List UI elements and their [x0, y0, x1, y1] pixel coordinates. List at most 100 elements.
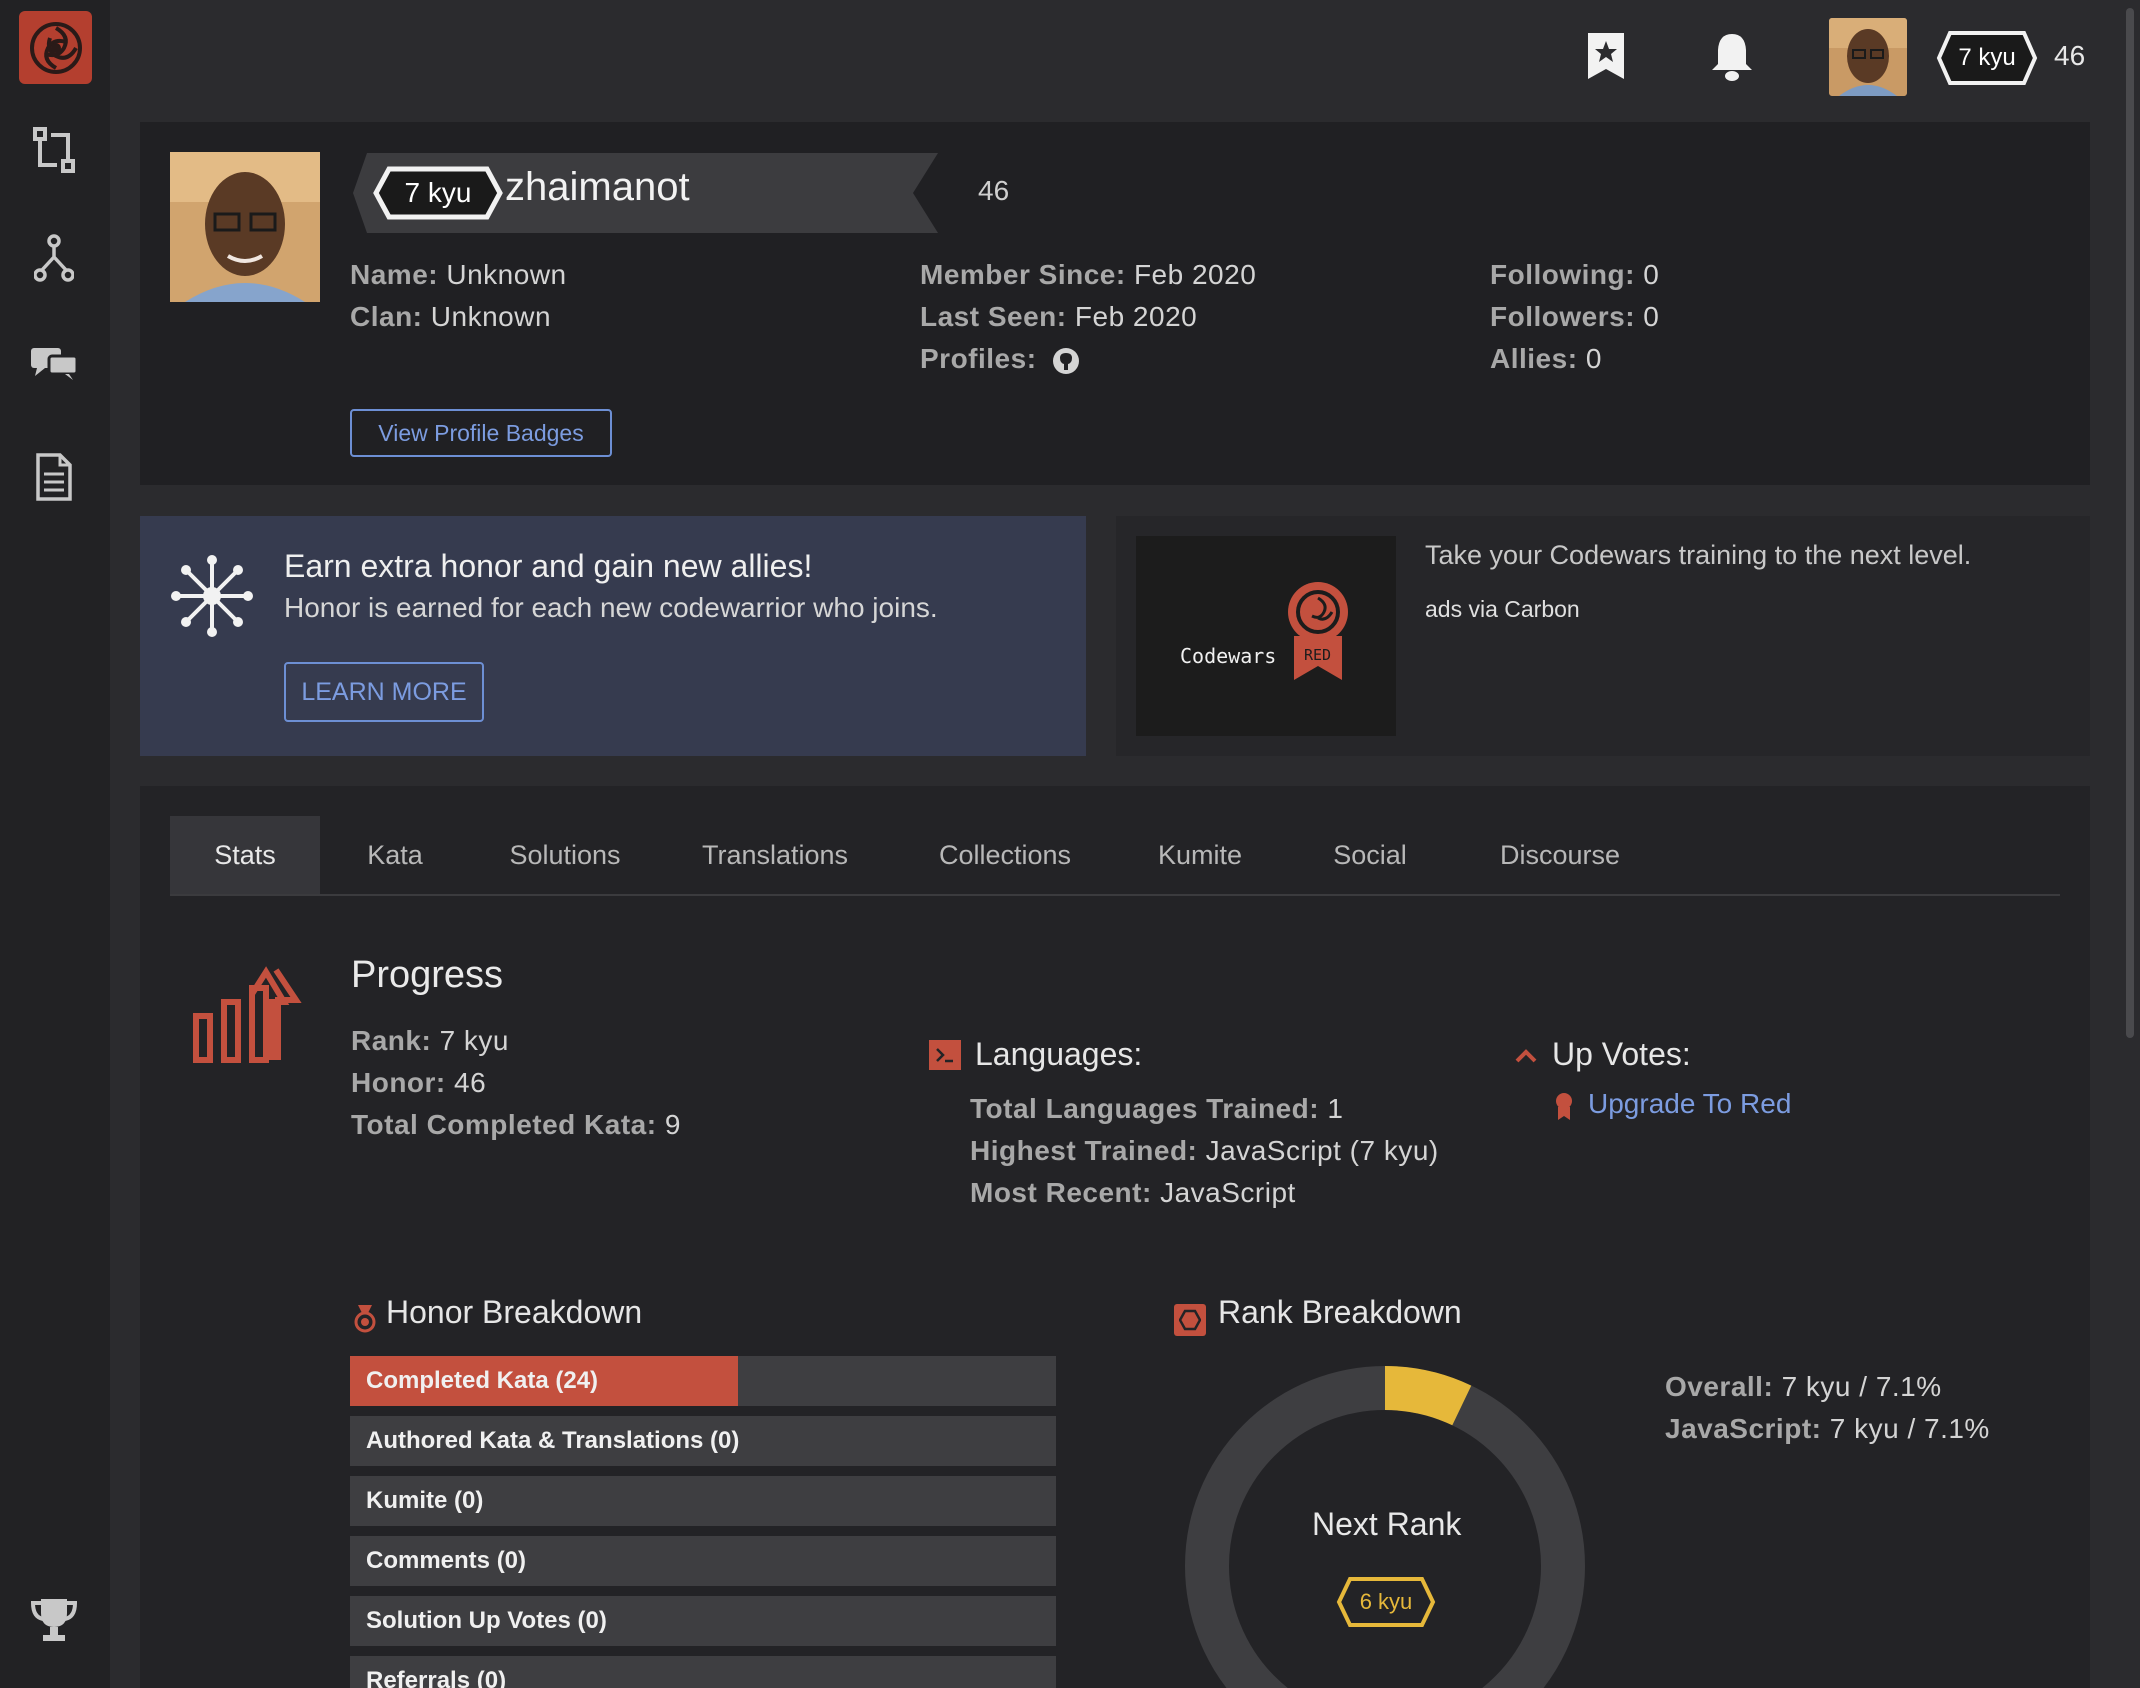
allies-value[interactable]: 0 [1586, 343, 1602, 374]
rank-breakdown-info: Overall: 7 kyu / 7.1% JavaScript: 7 kyu … [1665, 1366, 1990, 1450]
tab-translations[interactable]: Translations [660, 816, 890, 894]
honor-bar-label: Kumite (0) [366, 1487, 484, 1514]
chevron-up-icon [1514, 1048, 1538, 1069]
languages-title: Languages: [975, 1036, 1143, 1072]
name-value: Unknown [446, 259, 567, 290]
username: zhaimanot [505, 165, 690, 209]
member-since-label: Member Since: [920, 259, 1126, 290]
profile-avatar [170, 152, 320, 302]
ad-brand: Codewars [1180, 644, 1277, 668]
leaderboard-trophy-icon[interactable] [22, 1588, 86, 1652]
overall-label: Overall: [1665, 1371, 1774, 1402]
clan-label: Clan: [350, 301, 423, 332]
topbar-rank-label: 7 kyu [1958, 44, 2016, 71]
red-ribbon-icon [1554, 1092, 1574, 1127]
view-profile-badges-button[interactable]: View Profile Badges [350, 409, 612, 457]
notifications-bell-icon[interactable] [1702, 26, 1762, 86]
ad-image[interactable]: Codewars RED [1136, 536, 1396, 736]
network-burst-icon [170, 554, 254, 643]
next-rank-label: Next Rank [1312, 1506, 1462, 1542]
profile-panel: 7 kyu zhaimanot 46 Name: Unknown Clan: U… [140, 122, 2090, 485]
honor-bar-label: Completed Kata (24) [366, 1367, 599, 1394]
bookmark-star-icon[interactable] [1576, 26, 1636, 86]
honor-bar-row: Completed Kata (24) [350, 1356, 1056, 1406]
stats-panel: Stats Kata Solutions Translations Collec… [140, 786, 2090, 1688]
username-banner: 7 kyu zhaimanot [353, 153, 938, 233]
highest-trained-value: JavaScript (7 kyu) [1205, 1135, 1439, 1166]
honor-bar-row: Kumite (0) [350, 1476, 1056, 1526]
honor-bar-label: Referrals (0) [366, 1667, 507, 1688]
learn-more-button[interactable]: LEARN MORE [284, 662, 484, 722]
javascript-rank-value: 7 kyu / 7.1% [1829, 1413, 1990, 1444]
honor-bar-row: Comments (0) [350, 1536, 1056, 1586]
tab-kata[interactable]: Kata [320, 816, 470, 894]
tab-solutions[interactable]: Solutions [470, 816, 660, 894]
codewars-red-ribbon-icon [1286, 580, 1350, 695]
kumite-fork-icon[interactable] [22, 226, 86, 290]
name-label: Name: [350, 259, 439, 290]
scrollbar-thumb[interactable] [2126, 8, 2134, 1038]
overall-value: 7 kyu / 7.1% [1781, 1371, 1942, 1402]
ad-via-link[interactable]: ads via Carbon [1425, 596, 1580, 623]
tab-stats[interactable]: Stats [170, 816, 320, 894]
discuss-chat-icon[interactable] [22, 330, 86, 394]
profiles-label: Profiles: [920, 343, 1037, 374]
honor-bar-label: Comments (0) [366, 1547, 527, 1574]
referral-promo-panel: Earn extra honor and gain new allies! Ho… [140, 516, 1086, 756]
rank-breakdown-title: Rank Breakdown [1218, 1294, 1462, 1330]
left-sidebar [0, 0, 110, 1688]
honor-bar-label: Authored Kata & Translations (0) [366, 1427, 740, 1454]
codewars-logo-icon[interactable] [19, 11, 92, 84]
profile-rank-badge: 7 kyu [373, 166, 503, 220]
tab-discourse[interactable]: Discourse [1460, 816, 1660, 894]
docs-document-icon[interactable] [22, 445, 86, 509]
profile-rank-label: 7 kyu [404, 177, 472, 208]
most-recent-value: JavaScript [1160, 1177, 1296, 1208]
progress-title: Progress [351, 954, 504, 996]
profile-info-col-1: Name: Unknown Clan: Unknown [350, 254, 567, 338]
allies-label: Allies: [1490, 343, 1578, 374]
last-seen-value: Feb 2020 [1074, 301, 1198, 332]
rank-hex-icon [1174, 1304, 1206, 1336]
honor-breakdown-title: Honor Breakdown [386, 1294, 643, 1330]
upgrade-to-red-link[interactable]: Upgrade To Red [1588, 1088, 1791, 1120]
clan-value: Unknown [430, 301, 552, 332]
next-rank-value: 6 kyu [1359, 1589, 1413, 1614]
languages-info: Total Languages Trained: 1 Highest Train… [970, 1088, 1439, 1214]
tab-kumite[interactable]: Kumite [1120, 816, 1280, 894]
progress-chart-icon [192, 966, 302, 1071]
tab-collections[interactable]: Collections [890, 816, 1120, 894]
topbar-rank-badge[interactable]: 7 kyu [1936, 30, 2038, 86]
tab-social[interactable]: Social [1280, 816, 1460, 894]
followers-value[interactable]: 0 [1643, 301, 1659, 332]
honor-bar-row: Referrals (0) [350, 1656, 1056, 1688]
github-icon[interactable] [1051, 346, 1081, 376]
medal-icon [354, 1303, 376, 1338]
profile-info-col-3: Following: 0 Followers: 0 Allies: 0 [1490, 254, 1659, 380]
honor-label: Honor: [351, 1067, 446, 1098]
honor-bar-row: Authored Kata & Translations (0) [350, 1416, 1056, 1466]
promo-title: Earn extra honor and gain new allies! [284, 548, 813, 584]
following-label: Following: [1490, 259, 1635, 290]
honor-bar-label: Solution Up Votes (0) [366, 1607, 607, 1634]
upvotes-title: Up Votes: [1552, 1036, 1691, 1072]
javascript-rank-label: JavaScript: [1665, 1413, 1822, 1444]
rank-value: 7 kyu [439, 1025, 510, 1056]
total-languages-value: 1 [1327, 1093, 1344, 1124]
ad-badge-text: RED [1304, 646, 1332, 664]
profile-info-col-2: Member Since: Feb 2020 Last Seen: Feb 20… [920, 254, 1256, 380]
ad-text[interactable]: Take your Codewars training to the next … [1425, 540, 1971, 571]
page-scrollbar[interactable] [2120, 0, 2140, 1688]
progress-info: Rank: 7 kyu Honor: 46 Total Completed Ka… [351, 1020, 681, 1146]
highest-trained-label: Highest Trained: [970, 1135, 1198, 1166]
user-avatar[interactable] [1829, 18, 1907, 96]
practice-icon[interactable] [22, 118, 86, 182]
following-value[interactable]: 0 [1643, 259, 1659, 290]
terminal-icon [929, 1040, 961, 1070]
topbar-honor: 46 [2054, 40, 2086, 71]
next-rank-badge: 6 kyu [1336, 1576, 1436, 1628]
honor-bar-row: Solution Up Votes (0) [350, 1596, 1056, 1646]
member-since-value: Feb 2020 [1133, 259, 1257, 290]
rank-donut-progress [1384, 1366, 1472, 1426]
profile-tabs: Stats Kata Solutions Translations Collec… [170, 816, 2060, 896]
